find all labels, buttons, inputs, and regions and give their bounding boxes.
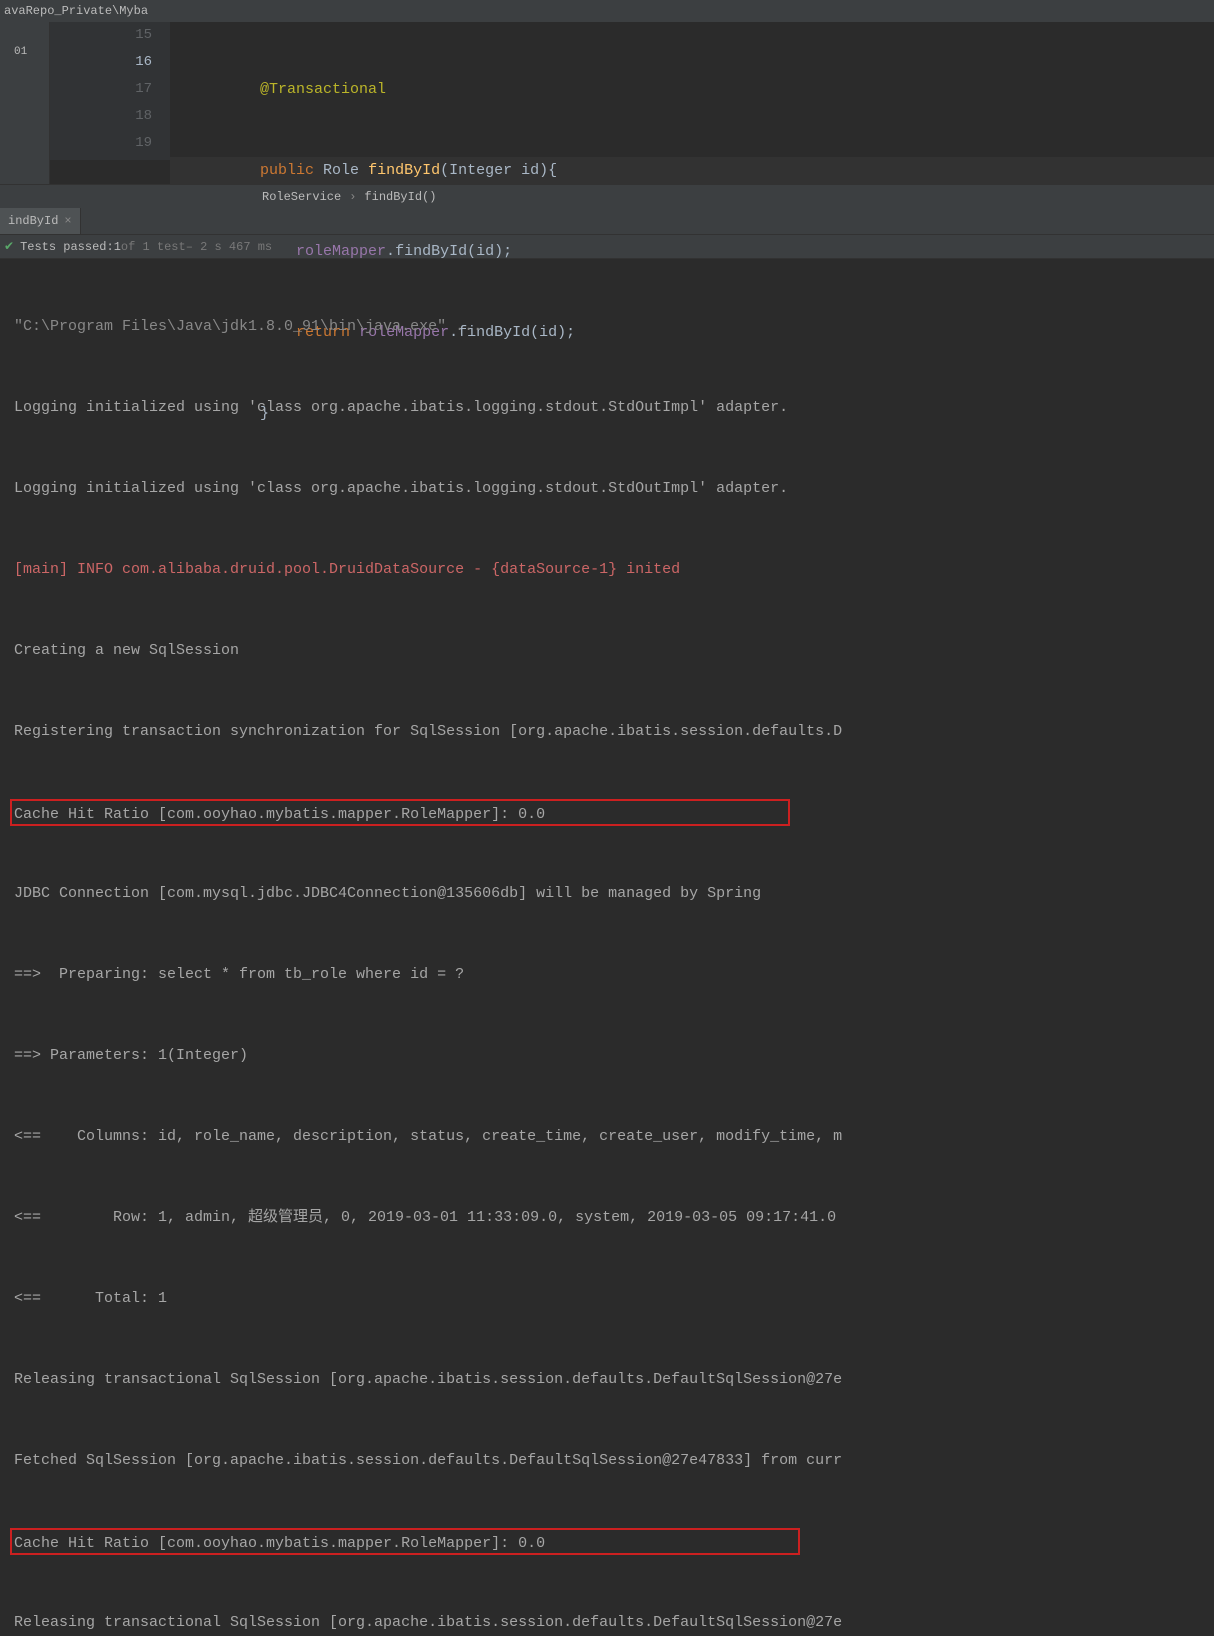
project-path: avaRepo_Private\Myba (4, 4, 148, 18)
project-sidebar[interactable]: 01 (0, 22, 50, 184)
code-area[interactable]: @Transactional public Role findById(Inte… (170, 22, 1214, 160)
tests-duration: – 2 s 467 ms (186, 240, 272, 254)
console-line-highlighted: Cache Hit Ratio [com.ooyhao.mybatis.mapp… (10, 1528, 800, 1555)
sidebar-item-label: 01 (0, 22, 49, 62)
breadcrumb-item[interactable]: findById() (364, 190, 436, 204)
check-icon: ✔ (4, 239, 14, 254)
code-line: @Transactional (170, 76, 1214, 103)
code-editor[interactable]: 15 16 17 18 19 @Transactional public Rol… (50, 22, 1214, 160)
console-line-info: [main] INFO com.alibaba.druid.pool.Druid… (14, 556, 1212, 583)
line-number: 18 (50, 103, 152, 130)
console-line: JDBC Connection [com.mysql.jdbc.JDBC4Con… (14, 880, 1212, 907)
breadcrumb-item[interactable]: RoleService (262, 190, 341, 204)
console-line: ==> Preparing: select * from tb_role whe… (14, 961, 1212, 988)
console-line: <== Total: 1 (14, 1285, 1212, 1312)
console-line: <== Columns: id, role_name, description,… (14, 1123, 1212, 1150)
tab-label: indById (8, 214, 58, 228)
tests-total: of 1 test (121, 240, 186, 254)
console-line: ==> Parameters: 1(Integer) (14, 1042, 1212, 1069)
top-path-bar: avaRepo_Private\Myba (0, 0, 1214, 22)
tests-passed-label: Tests passed: (20, 240, 114, 254)
field-ref: roleMapper (296, 243, 386, 260)
line-number: 19 (50, 130, 152, 157)
keyword: public (260, 162, 314, 179)
chevron-right-icon: › (349, 190, 356, 204)
method-name: findById (368, 162, 440, 179)
code-line-active: public Role findById(Integer id){ (170, 157, 1214, 184)
line-number: 17 (50, 76, 152, 103)
console-line: Releasing transactional SqlSession [org.… (14, 1366, 1212, 1393)
console-line: Releasing transactional SqlSession [org.… (14, 1609, 1212, 1636)
line-number-active: 16 (50, 49, 152, 76)
console-line: Registering transaction synchronization … (14, 718, 1212, 745)
line-number: 15 (50, 22, 152, 49)
method-call: findById (395, 243, 467, 260)
code-line: roleMapper.findById(id); (170, 238, 1214, 265)
type: Role (323, 162, 359, 179)
console-line: Fetched SqlSession [org.apache.ibatis.se… (14, 1447, 1212, 1474)
console-line: <== Row: 1, admin, 超级管理员, 0, 2019-03-01 … (14, 1204, 1212, 1231)
console-line: Creating a new SqlSession (14, 637, 1212, 664)
param-name: id (521, 162, 539, 179)
console-line-highlighted: Cache Hit Ratio [com.ooyhao.mybatis.mapp… (10, 799, 790, 826)
tests-passed-count: 1 (114, 240, 121, 254)
gutter: 15 16 17 18 19 (50, 22, 170, 160)
close-icon[interactable]: × (64, 214, 71, 228)
annotation: @Transactional (260, 81, 386, 98)
tab-findbyid[interactable]: indById × (0, 208, 81, 234)
param-type: Integer (449, 162, 512, 179)
